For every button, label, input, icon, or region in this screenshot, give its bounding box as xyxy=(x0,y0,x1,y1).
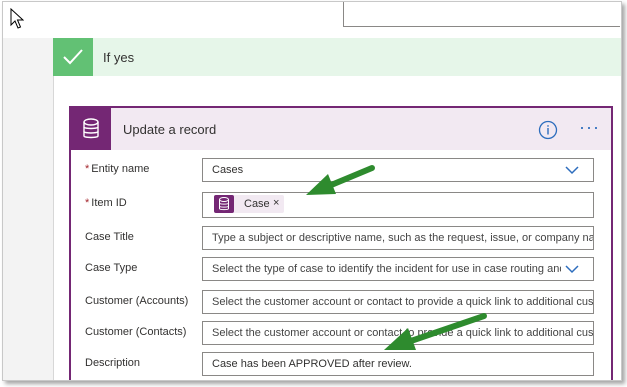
customer-contacts-label: Customer (Contacts) xyxy=(85,326,187,338)
database-icon xyxy=(214,195,234,213)
entity-name-dropdown[interactable]: Cases xyxy=(202,158,594,182)
case-title-placeholder: Type a subject or descriptive name, such… xyxy=(212,232,594,244)
if-yes-header[interactable] xyxy=(53,38,621,76)
chevron-down-icon[interactable] xyxy=(561,263,579,277)
action-header[interactable]: Update a record ··· xyxy=(71,108,611,150)
required-marker: * xyxy=(85,163,90,175)
item-id-field[interactable]: Case × xyxy=(202,192,594,218)
previous-step-field[interactable] xyxy=(343,2,620,27)
case-title-input[interactable]: Type a subject or descriptive name, such… xyxy=(202,226,594,250)
item-id-label: * Item ID xyxy=(85,197,127,209)
check-icon xyxy=(53,38,93,76)
item-id-label-text: Item ID xyxy=(91,197,127,209)
previous-step-area xyxy=(3,2,621,38)
entity-name-label: * Entity name xyxy=(85,163,149,175)
entity-name-value: Cases xyxy=(212,164,244,176)
update-record-card: Update a record ··· * Entity name Cases *… xyxy=(69,106,613,380)
case-type-dropdown[interactable]: Select the type of case to identify the … xyxy=(202,257,594,281)
token-label: Case xyxy=(244,198,270,210)
customer-accounts-placeholder: Select the customer account or contact t… xyxy=(212,296,594,308)
database-icon xyxy=(71,108,111,150)
chevron-down-icon[interactable] xyxy=(565,164,579,178)
case-title-label: Case Title xyxy=(85,231,134,243)
required-marker: * xyxy=(85,197,90,209)
description-value: Case has been APPROVED after review. xyxy=(212,358,412,370)
description-label: Description xyxy=(85,357,141,369)
info-icon[interactable] xyxy=(538,120,558,143)
annotation-arrow-item-id xyxy=(306,165,375,195)
more-options-icon[interactable]: ··· xyxy=(579,117,600,138)
entity-name-label-text: Entity name xyxy=(91,163,150,175)
mouse-cursor-icon xyxy=(10,7,25,29)
if-yes-label: If yes xyxy=(103,50,135,65)
remove-token-icon[interactable]: × xyxy=(273,197,279,209)
annotation-arrow-description xyxy=(384,313,487,350)
case-token[interactable]: Case × xyxy=(214,195,284,213)
action-title: Update a record xyxy=(123,122,217,137)
case-type-label: Case Type xyxy=(85,262,138,274)
customer-accounts-label: Customer (Accounts) xyxy=(85,295,189,307)
case-type-placeholder: Select the type of case to identify the … xyxy=(212,263,564,275)
